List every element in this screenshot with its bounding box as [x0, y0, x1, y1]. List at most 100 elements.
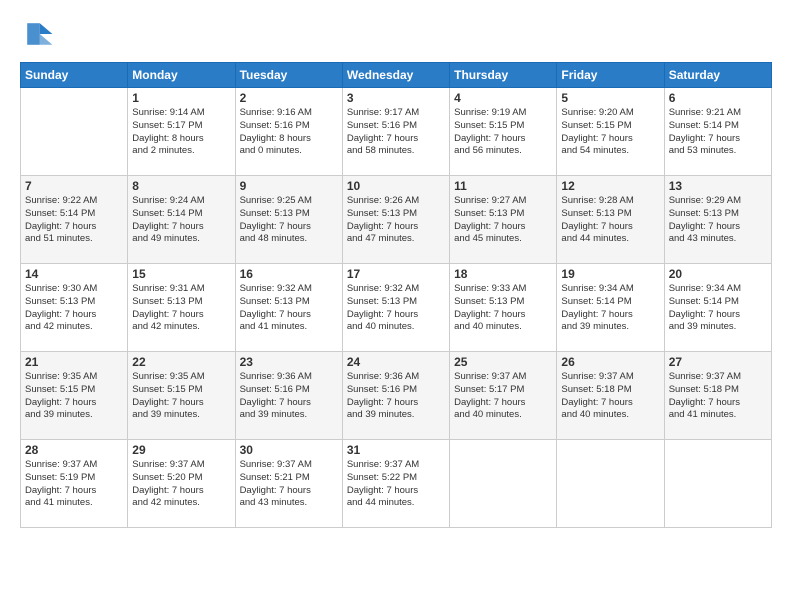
calendar-week-row: 14 Sunrise: 9:30 AM Sunset: 5:13 PM Dayli…	[21, 264, 772, 352]
day-number: 2	[240, 91, 338, 105]
day-header-sunday: Sunday	[21, 63, 128, 88]
day-number: 27	[669, 355, 767, 369]
calendar-cell: 1Sunrise: 9:14 AM Sunset: 5:17 PM Daylig…	[128, 88, 235, 176]
day-number: 9	[240, 179, 338, 193]
calendar-cell: 14 Sunrise: 9:30 AM Sunset: 5:13 PM Dayli…	[21, 264, 128, 352]
logo-icon	[20, 16, 56, 52]
cell-info: Sunrise: 9:37 AM Sunset: 5:21 PM Dayligh…	[240, 459, 338, 510]
day-number: 20	[669, 267, 767, 281]
calendar-header-row: SundayMondayTuesdayWednesdayThursdayFrid…	[21, 63, 772, 88]
calendar-cell: 26 Sunrise: 9:37 AM Sunset: 5:18 PM Dayli…	[557, 352, 664, 440]
calendar-cell: 8 Sunrise: 9:24 AM Sunset: 5:14 PM Daylig…	[128, 176, 235, 264]
day-number: 24	[347, 355, 445, 369]
calendar-cell: 16Sunrise: 9:32 AM Sunset: 5:13 PM Dayli…	[235, 264, 342, 352]
day-number: 11	[454, 179, 552, 193]
cell-info: Sunrise: 9:36 AM Sunset: 5:16 PM Dayligh…	[347, 371, 445, 422]
cell-info: Sunrise: 9:14 AM Sunset: 5:17 PM Dayligh…	[132, 107, 230, 158]
day-number: 19	[561, 267, 659, 281]
calendar-cell: 15 Sunrise: 9:31 AM Sunset: 5:13 PM Dayli…	[128, 264, 235, 352]
cell-info: Sunrise: 9:32 AM Sunset: 5:13 PM Dayligh…	[240, 283, 338, 334]
calendar-cell: 2 Sunrise: 9:16 AM Sunset: 5:16 PM Daylig…	[235, 88, 342, 176]
day-header-saturday: Saturday	[664, 63, 771, 88]
cell-info: Sunrise: 9:37 AM Sunset: 5:18 PM Dayligh…	[561, 371, 659, 422]
cell-info: Sunrise: 9:17 AM Sunset: 5:16 PM Dayligh…	[347, 107, 445, 158]
calendar-week-row: 21 Sunrise: 9:35 AM Sunset: 5:15 PM Dayli…	[21, 352, 772, 440]
calendar-cell: 17 Sunrise: 9:32 AM Sunset: 5:13 PM Dayli…	[342, 264, 449, 352]
day-header-thursday: Thursday	[450, 63, 557, 88]
cell-info: Sunrise: 9:24 AM Sunset: 5:14 PM Dayligh…	[132, 195, 230, 246]
day-number: 25	[454, 355, 552, 369]
cell-info: Sunrise: 9:26 AM Sunset: 5:13 PM Dayligh…	[347, 195, 445, 246]
day-number: 7	[25, 179, 123, 193]
day-header-wednesday: Wednesday	[342, 63, 449, 88]
day-header-monday: Monday	[128, 63, 235, 88]
day-number: 21	[25, 355, 123, 369]
calendar-cell: 10 Sunrise: 9:26 AM Sunset: 5:13 PM Dayli…	[342, 176, 449, 264]
cell-info: Sunrise: 9:34 AM Sunset: 5:14 PM Dayligh…	[669, 283, 767, 334]
calendar-week-row: 7 Sunrise: 9:22 AM Sunset: 5:14 PM Daylig…	[21, 176, 772, 264]
cell-info: Sunrise: 9:16 AM Sunset: 5:16 PM Dayligh…	[240, 107, 338, 158]
cell-info: Sunrise: 9:32 AM Sunset: 5:13 PM Dayligh…	[347, 283, 445, 334]
day-number: 29	[132, 443, 230, 457]
cell-info: Sunrise: 9:28 AM Sunset: 5:13 PM Dayligh…	[561, 195, 659, 246]
calendar-cell	[664, 440, 771, 528]
day-number: 31	[347, 443, 445, 457]
calendar-cell: 22 Sunrise: 9:35 AM Sunset: 5:15 PM Dayli…	[128, 352, 235, 440]
calendar-cell: 3 Sunrise: 9:17 AM Sunset: 5:16 PM Daylig…	[342, 88, 449, 176]
cell-info: Sunrise: 9:37 AM Sunset: 5:18 PM Dayligh…	[669, 371, 767, 422]
day-number: 18	[454, 267, 552, 281]
calendar-cell: 31Sunrise: 9:37 AM Sunset: 5:22 PM Dayli…	[342, 440, 449, 528]
day-number: 22	[132, 355, 230, 369]
cell-info: Sunrise: 9:19 AM Sunset: 5:15 PM Dayligh…	[454, 107, 552, 158]
calendar-cell: 25Sunrise: 9:37 AM Sunset: 5:17 PM Dayli…	[450, 352, 557, 440]
calendar-cell: 7 Sunrise: 9:22 AM Sunset: 5:14 PM Daylig…	[21, 176, 128, 264]
cell-info: Sunrise: 9:29 AM Sunset: 5:13 PM Dayligh…	[669, 195, 767, 246]
day-number: 14	[25, 267, 123, 281]
calendar-cell: 6 Sunrise: 9:21 AM Sunset: 5:14 PM Daylig…	[664, 88, 771, 176]
cell-info: Sunrise: 9:31 AM Sunset: 5:13 PM Dayligh…	[132, 283, 230, 334]
day-number: 12	[561, 179, 659, 193]
cell-info: Sunrise: 9:30 AM Sunset: 5:13 PM Dayligh…	[25, 283, 123, 334]
day-header-friday: Friday	[557, 63, 664, 88]
calendar-cell: 29 Sunrise: 9:37 AM Sunset: 5:20 PM Dayli…	[128, 440, 235, 528]
cell-info: Sunrise: 9:33 AM Sunset: 5:13 PM Dayligh…	[454, 283, 552, 334]
day-number: 3	[347, 91, 445, 105]
calendar-cell: 28Sunrise: 9:37 AM Sunset: 5:19 PM Dayli…	[21, 440, 128, 528]
calendar-week-row: 28Sunrise: 9:37 AM Sunset: 5:19 PM Dayli…	[21, 440, 772, 528]
calendar-cell: 13 Sunrise: 9:29 AM Sunset: 5:13 PM Dayli…	[664, 176, 771, 264]
calendar-cell: 30 Sunrise: 9:37 AM Sunset: 5:21 PM Dayli…	[235, 440, 342, 528]
calendar-cell: 9Sunrise: 9:25 AM Sunset: 5:13 PM Daylig…	[235, 176, 342, 264]
header	[20, 16, 772, 52]
day-number: 23	[240, 355, 338, 369]
calendar-cell	[450, 440, 557, 528]
day-number: 30	[240, 443, 338, 457]
calendar-cell: 19 Sunrise: 9:34 AM Sunset: 5:14 PM Dayli…	[557, 264, 664, 352]
cell-info: Sunrise: 9:37 AM Sunset: 5:20 PM Dayligh…	[132, 459, 230, 510]
calendar-cell: 5Sunrise: 9:20 AM Sunset: 5:15 PM Daylig…	[557, 88, 664, 176]
calendar-week-row: 1Sunrise: 9:14 AM Sunset: 5:17 PM Daylig…	[21, 88, 772, 176]
cell-info: Sunrise: 9:34 AM Sunset: 5:14 PM Dayligh…	[561, 283, 659, 334]
calendar-cell: 24 Sunrise: 9:36 AM Sunset: 5:16 PM Dayli…	[342, 352, 449, 440]
calendar-cell: 11 Sunrise: 9:27 AM Sunset: 5:13 PM Dayli…	[450, 176, 557, 264]
calendar-cell	[557, 440, 664, 528]
calendar-table: SundayMondayTuesdayWednesdayThursdayFrid…	[20, 62, 772, 528]
day-number: 10	[347, 179, 445, 193]
cell-info: Sunrise: 9:35 AM Sunset: 5:15 PM Dayligh…	[132, 371, 230, 422]
day-number: 8	[132, 179, 230, 193]
cell-info: Sunrise: 9:27 AM Sunset: 5:13 PM Dayligh…	[454, 195, 552, 246]
cell-info: Sunrise: 9:36 AM Sunset: 5:16 PM Dayligh…	[240, 371, 338, 422]
cell-info: Sunrise: 9:22 AM Sunset: 5:14 PM Dayligh…	[25, 195, 123, 246]
day-number: 13	[669, 179, 767, 193]
day-number: 6	[669, 91, 767, 105]
day-number: 15	[132, 267, 230, 281]
calendar-cell	[21, 88, 128, 176]
day-number: 5	[561, 91, 659, 105]
day-number: 17	[347, 267, 445, 281]
calendar-cell: 27 Sunrise: 9:37 AM Sunset: 5:18 PM Dayli…	[664, 352, 771, 440]
day-number: 26	[561, 355, 659, 369]
calendar-cell: 23 Sunrise: 9:36 AM Sunset: 5:16 PM Dayli…	[235, 352, 342, 440]
calendar-cell: 20 Sunrise: 9:34 AM Sunset: 5:14 PM Dayli…	[664, 264, 771, 352]
cell-info: Sunrise: 9:21 AM Sunset: 5:14 PM Dayligh…	[669, 107, 767, 158]
day-header-tuesday: Tuesday	[235, 63, 342, 88]
calendar-cell: 4Sunrise: 9:19 AM Sunset: 5:15 PM Daylig…	[450, 88, 557, 176]
